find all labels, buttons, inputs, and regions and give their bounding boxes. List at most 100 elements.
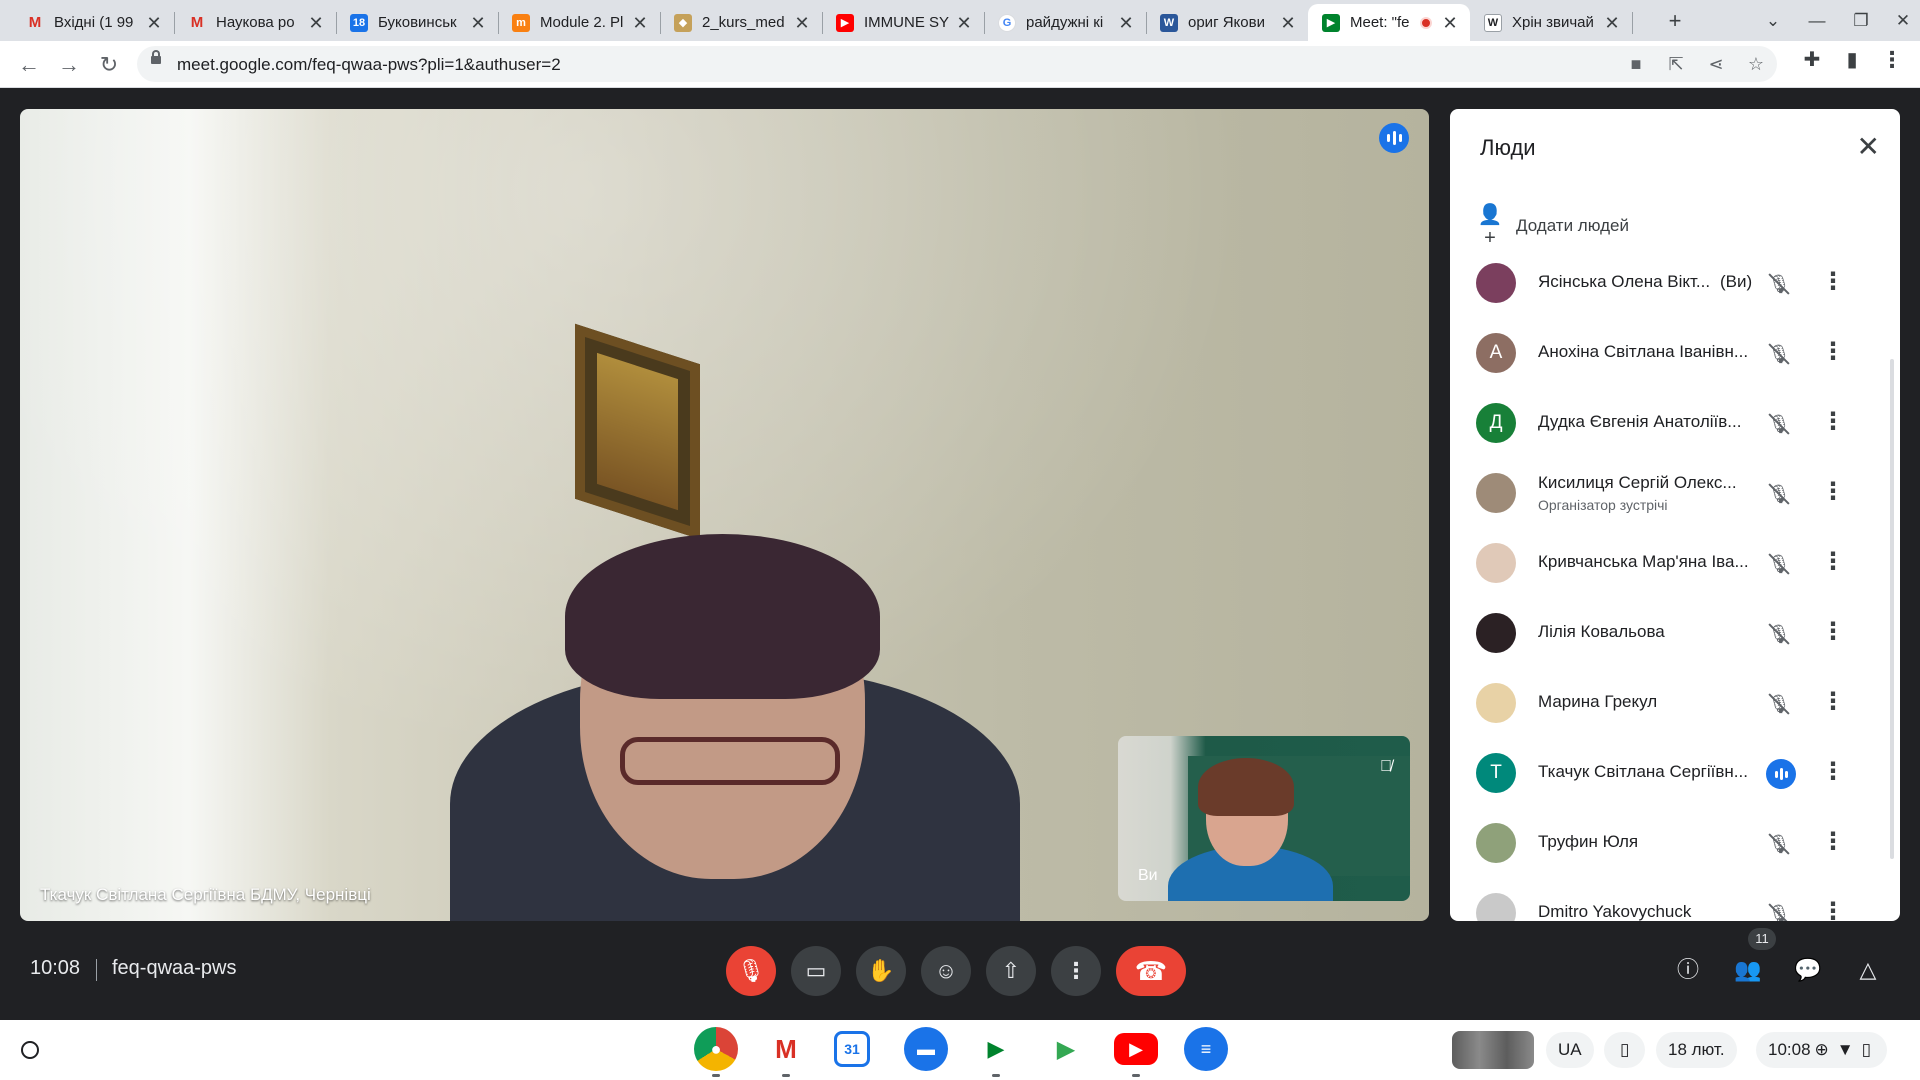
participant-more-icon[interactable]: ⋮ <box>1821 619 1845 645</box>
mic-muted-icon[interactable]: 🎙 <box>1766 271 1792 297</box>
browser-tab[interactable]: m Module 2. Pl ✕ <box>498 4 660 41</box>
chat-button[interactable]: 💬 <box>1792 954 1824 986</box>
present-screen-button[interactable]: ⇧ <box>986 946 1036 996</box>
participant-row[interactable]: Dmitro Yakovychuck 🎙 ⋮ <box>1476 885 1876 921</box>
mic-muted-icon[interactable]: 🎙 <box>1766 831 1792 857</box>
participant-row[interactable]: Кисилиця Сергій Олекс... Організатор зуст… <box>1476 465 1876 521</box>
address-bar[interactable]: meet.google.com/feq-qwaa-pws?pli=1&authu… <box>137 46 1777 82</box>
close-panel-button[interactable]: ✕ <box>1857 133 1880 161</box>
mic-off-icon: 🎙̸ <box>1380 758 1392 775</box>
close-tab-icon[interactable]: ✕ <box>144 13 164 33</box>
reload-button[interactable]: ↻ <box>94 50 124 80</box>
keyboard-layout-indicator[interactable]: UA <box>1546 1032 1594 1068</box>
browser-tab[interactable]: M Наукова ро ✕ <box>174 4 336 41</box>
mic-muted-icon[interactable]: 🎙 <box>1766 481 1792 507</box>
close-tab-icon[interactable]: ✕ <box>1116 13 1136 33</box>
bookmark-star-icon[interactable]: ☆ <box>1743 51 1769 77</box>
participant-more-icon[interactable]: ⋮ <box>1821 339 1845 365</box>
people-button[interactable]: 👥 <box>1732 954 1764 986</box>
browser-tab[interactable]: W Хрін звичай ✕ <box>1470 4 1632 41</box>
close-tab-icon[interactable]: ✕ <box>306 13 326 33</box>
gmail-icon[interactable]: M <box>764 1027 808 1071</box>
participant-more-icon[interactable]: ⋮ <box>1821 829 1845 855</box>
panel-scrollbar[interactable] <box>1890 359 1894 859</box>
close-tab-icon[interactable]: ✕ <box>1278 13 1298 33</box>
self-label: Ви <box>1138 867 1158 884</box>
play-store-icon[interactable]: ▶ <box>1044 1027 1088 1071</box>
participant-more-icon[interactable]: ⋮ <box>1821 759 1845 785</box>
tab-search-icon[interactable]: ⌄ <box>1758 8 1788 34</box>
participant-more-icon[interactable]: ⋮ <box>1821 549 1845 575</box>
date-tray[interactable]: 18 лют. <box>1656 1032 1737 1068</box>
restore-icon[interactable]: ❐ <box>1846 8 1876 34</box>
browser-tab[interactable]: ▶ IMMUNE SY ✕ <box>822 4 984 41</box>
holding-space-thumbnails[interactable] <box>1452 1031 1534 1069</box>
add-people-button[interactable]: 👤+ Додати людей <box>1476 202 1629 250</box>
mic-muted-icon[interactable]: 🎙 <box>1766 621 1792 647</box>
back-button[interactable]: ← <box>14 50 44 80</box>
participant-row[interactable]: Д Дудка Євгенія Анатоліїв... 🎙 ⋮ <box>1476 395 1876 451</box>
mic-muted-icon[interactable]: 🎙 <box>1766 691 1792 717</box>
open-in-app-icon[interactable]: ⇱ <box>1663 51 1689 77</box>
meet-icon[interactable]: ▶ <box>974 1027 1018 1071</box>
date-text: 18 лют. <box>1668 1040 1725 1059</box>
chrome-icon[interactable]: ● <box>694 1027 738 1071</box>
close-tab-icon[interactable]: ✕ <box>954 13 974 33</box>
browser-tab[interactable]: Gрайдужні кі ✕ <box>984 4 1146 41</box>
participant-row[interactable]: Труфин Юля 🎙 ⋮ <box>1476 815 1876 871</box>
browser-tab[interactable]: ◆ 2_kurs_med ✕ <box>660 4 822 41</box>
close-tab-icon[interactable]: ✕ <box>1602 13 1622 33</box>
youtube-icon[interactable]: ▶ <box>1114 1033 1158 1065</box>
close-window-icon[interactable]: ✕ <box>1888 8 1918 34</box>
close-tab-icon[interactable]: ✕ <box>630 13 650 33</box>
leave-call-button[interactable]: ☎ <box>1116 946 1186 996</box>
participant-row[interactable]: Лілія Ковальова 🎙 ⋮ <box>1476 605 1876 661</box>
browser-tab[interactable]: Wориг Якови ✕ <box>1146 4 1308 41</box>
messages-icon[interactable]: ≡ <box>1184 1027 1228 1071</box>
participant-row[interactable]: Марина Грекул 🎙 ⋮ <box>1476 675 1876 731</box>
minimize-icon[interactable]: — <box>1802 8 1832 34</box>
forward-button[interactable]: → <box>54 50 84 80</box>
mic-muted-icon[interactable]: 🎙 <box>1766 341 1792 367</box>
menu-icon[interactable]: ⋮ <box>1878 46 1906 74</box>
camera-toggle-button[interactable]: ▭ <box>791 946 841 996</box>
lock-icon[interactable] <box>151 50 161 64</box>
browser-tab[interactable]: ▶ Meet: "fe ✕ <box>1308 4 1470 41</box>
url-text[interactable]: meet.google.com/feq-qwaa-pws?pli=1&authu… <box>177 55 561 75</box>
browser-tab[interactable]: 18 Буковинськ ✕ <box>336 4 498 41</box>
mic-muted-icon[interactable]: 🎙 <box>1766 411 1792 437</box>
side-panel-icon[interactable]: ▮ <box>1838 46 1866 74</box>
participant-more-icon[interactable]: ⋮ <box>1821 899 1845 922</box>
share-icon[interactable]: ⋖ <box>1703 51 1729 77</box>
calendar-icon[interactable]: 31 <box>834 1031 870 1067</box>
close-tab-icon[interactable]: ✕ <box>1440 13 1460 33</box>
mic-muted-icon[interactable]: 🎙 <box>1766 901 1792 921</box>
phone-hub-button[interactable]: ▯ <box>1604 1032 1646 1068</box>
participant-row[interactable]: Кривчанська Мар'яна Іва... 🎙 ⋮ <box>1476 535 1876 591</box>
participant-row[interactable]: А Анохіна Світлана Іванівн... 🎙 ⋮ <box>1476 325 1876 381</box>
status-tray[interactable]: 10:08 ⊕ ▼ ▯ <box>1756 1032 1887 1068</box>
camera-in-use-icon[interactable]: ■ <box>1623 51 1649 77</box>
browser-tab[interactable]: M Вхідні (1 99 ✕ <box>12 4 174 41</box>
participant-more-icon[interactable]: ⋮ <box>1821 689 1845 715</box>
close-tab-icon[interactable]: ✕ <box>792 13 812 33</box>
participant-row[interactable]: Т Ткачук Світлана Сергіївн... ⋮ <box>1476 745 1876 801</box>
close-tab-icon[interactable]: ✕ <box>468 13 488 33</box>
participant-more-icon[interactable]: ⋮ <box>1821 479 1845 505</box>
self-video-tile[interactable]: 🎙̸ Ви <box>1118 736 1410 901</box>
mic-muted-icon[interactable]: 🎙 <box>1766 551 1792 577</box>
extensions-icon[interactable]: ✚ <box>1798 46 1826 74</box>
participant-more-icon[interactable]: ⋮ <box>1821 409 1845 435</box>
speaking-indicator-icon[interactable] <box>1766 759 1796 789</box>
mic-toggle-button[interactable]: 🎙 <box>726 946 776 996</box>
launcher-icon[interactable] <box>21 1041 39 1059</box>
reactions-button[interactable]: ☺ <box>921 946 971 996</box>
activities-button[interactable]: △ <box>1852 954 1884 986</box>
raise-hand-button[interactable]: ✋ <box>856 946 906 996</box>
new-tab-button[interactable]: + <box>1660 8 1690 34</box>
more-options-button[interactable]: ⋮ <box>1051 946 1101 996</box>
participant-more-icon[interactable]: ⋮ <box>1821 269 1845 295</box>
meeting-info-button[interactable]: ⓘ <box>1672 954 1704 986</box>
participant-row[interactable]: Ясінська Олена Вікт... (Ви) 🎙 ⋮ <box>1476 255 1876 311</box>
files-icon[interactable]: ▬ <box>904 1027 948 1071</box>
